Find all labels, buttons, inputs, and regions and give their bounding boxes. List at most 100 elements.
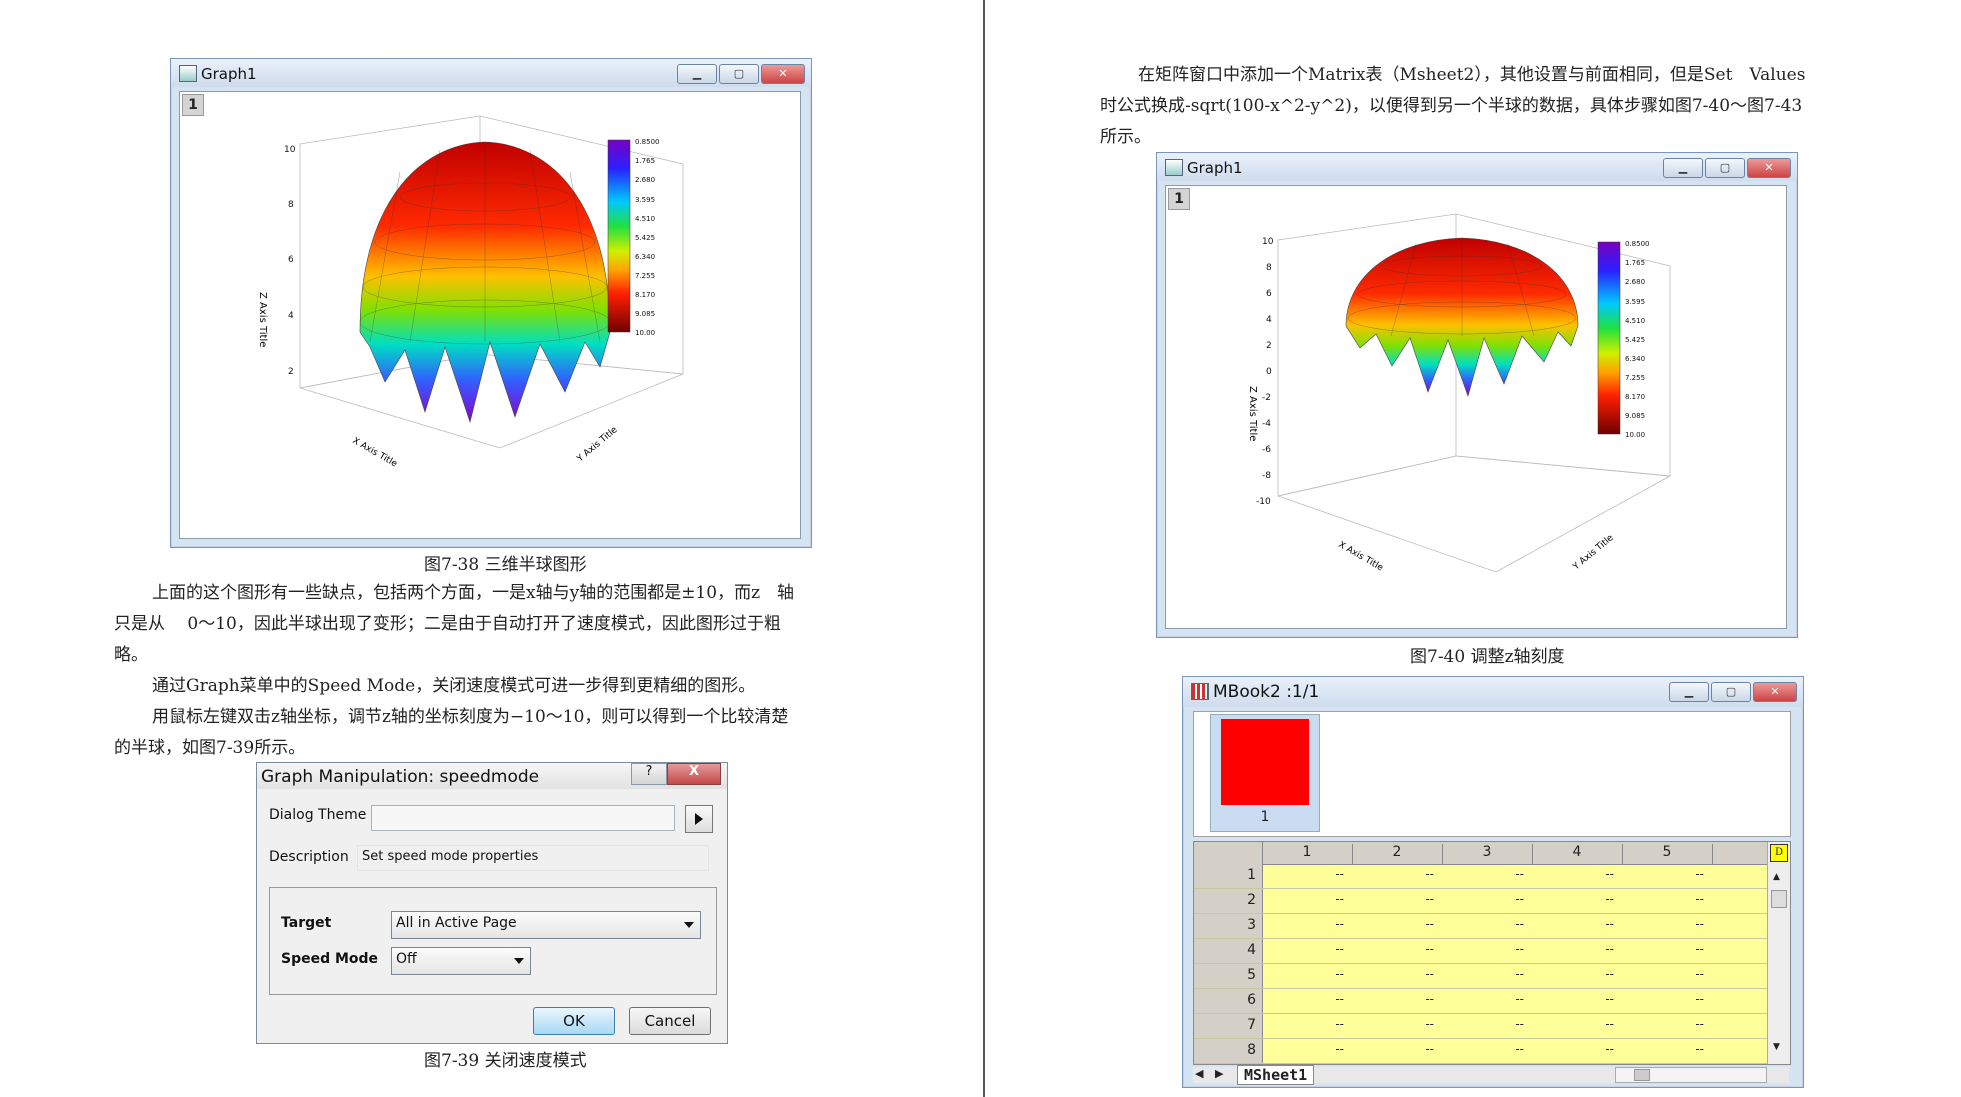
z-tick: 0 xyxy=(1266,367,1272,377)
ok-button[interactable]: OK xyxy=(533,1007,615,1035)
graph-page[interactable]: 1 xyxy=(179,91,801,539)
tab-prev-icon[interactable]: ◀ xyxy=(1195,1067,1203,1080)
sheet-tab-msheet1[interactable]: MSheet1 xyxy=(1237,1065,1315,1085)
matrix-cell[interactable]: -- xyxy=(1352,942,1434,956)
row-header[interactable]: 6 xyxy=(1194,992,1256,1008)
matrix-cell[interactable]: -- xyxy=(1352,992,1434,1006)
column-header[interactable]: 5 xyxy=(1622,844,1713,864)
matrix-cell[interactable]: -- xyxy=(1442,942,1524,956)
target-label: Target xyxy=(281,915,332,931)
cancel-button[interactable]: Cancel xyxy=(629,1007,711,1035)
matrix-cell[interactable]: -- xyxy=(1352,867,1434,881)
maximize-button[interactable]: ▢ xyxy=(1705,158,1745,178)
matrix-cell[interactable]: -- xyxy=(1532,892,1614,906)
matrix-cell[interactable]: -- xyxy=(1532,1042,1614,1056)
close-button[interactable]: ✕ xyxy=(1747,158,1791,178)
mbook-window[interactable]: MBook2 :1/1 ▁ ▢ ✕ 1 12345 1 -- -- -- -- -- 2 --… xyxy=(1182,676,1804,1088)
hemisphere-plot: 10 8 6 4 2 Z Axis Title X Axis Title Y A… xyxy=(257,115,684,470)
matrix-cell[interactable]: -- xyxy=(1262,942,1344,956)
tab-next-icon[interactable]: ▶ xyxy=(1215,1067,1223,1080)
column-header[interactable]: 4 xyxy=(1532,844,1623,864)
matrix-cell[interactable]: -- xyxy=(1622,867,1704,881)
matrix-cell[interactable]: -- xyxy=(1262,967,1344,981)
close-button[interactable]: ✕ xyxy=(1753,682,1797,702)
title-bar[interactable]: Graph1 ▁ ▢ ✕ xyxy=(171,59,811,87)
column-header[interactable]: 1 xyxy=(1262,844,1353,864)
row-header[interactable]: 4 xyxy=(1194,942,1256,958)
matrix-cell[interactable]: -- xyxy=(1352,917,1434,931)
z-axis-title: Z Axis Title xyxy=(257,292,268,347)
matrix-cell[interactable]: -- xyxy=(1532,992,1614,1006)
scroll-thumb[interactable] xyxy=(1634,1069,1650,1081)
matrix-cell[interactable]: -- xyxy=(1352,1017,1434,1031)
description-value: Set speed mode properties xyxy=(362,849,539,864)
matrix-cell[interactable]: -- xyxy=(1442,1017,1524,1031)
matrix-cell[interactable]: -- xyxy=(1262,892,1344,906)
matrix-cell[interactable]: -- xyxy=(1262,917,1344,931)
column-header[interactable]: 3 xyxy=(1442,844,1533,864)
title-bar[interactable]: Graph1 ▁ ▢ ✕ xyxy=(1157,153,1797,181)
theme-field[interactable] xyxy=(371,805,675,831)
scroll-up-icon[interactable]: ▲ xyxy=(1773,872,1780,882)
column-header[interactable]: 2 xyxy=(1352,844,1443,864)
matrix-cell[interactable]: -- xyxy=(1532,917,1614,931)
matrix-cell[interactable]: -- xyxy=(1352,967,1434,981)
row-header[interactable]: 1 xyxy=(1194,867,1256,883)
matrix-cell[interactable]: -- xyxy=(1262,1017,1344,1031)
row-header[interactable]: 3 xyxy=(1194,917,1256,933)
graph1-window-left[interactable]: Graph1 ▁ ▢ ✕ 1 10 8 6 4 2 Z Axis Title X… xyxy=(170,58,812,548)
matrix-cell[interactable]: -- xyxy=(1262,992,1344,1006)
matrix-cell[interactable]: -- xyxy=(1622,1017,1704,1031)
minimize-button[interactable]: ▁ xyxy=(677,64,717,84)
minimize-button[interactable]: ▁ xyxy=(1663,158,1703,178)
text-line: 的半球，如图7-39所示。 xyxy=(114,738,306,758)
matrix-cell[interactable]: -- xyxy=(1442,992,1524,1006)
row-divider xyxy=(1194,938,1790,939)
matrix-cell[interactable]: -- xyxy=(1622,942,1704,956)
matrix-cell[interactable]: -- xyxy=(1532,867,1614,881)
matrix-cell[interactable]: -- xyxy=(1262,867,1344,881)
corner-icon[interactable]: D xyxy=(1770,844,1788,862)
row-header[interactable]: 8 xyxy=(1194,1042,1256,1058)
scroll-down-icon[interactable]: ▼ xyxy=(1773,1042,1780,1052)
matrix-cell[interactable]: -- xyxy=(1442,867,1524,881)
graph-page[interactable]: 1 xyxy=(1165,185,1787,629)
maximize-button[interactable]: ▢ xyxy=(1711,682,1751,702)
matrix-cell[interactable]: -- xyxy=(1442,967,1524,981)
matrix-cell[interactable]: -- xyxy=(1532,1017,1614,1031)
help-button[interactable]: ? xyxy=(631,763,667,785)
matrix-cell[interactable]: -- xyxy=(1442,1042,1524,1056)
matrix-cell[interactable]: -- xyxy=(1532,967,1614,981)
matrix-cell[interactable]: -- xyxy=(1442,892,1524,906)
matrix-cell[interactable]: -- xyxy=(1622,917,1704,931)
matrix-cell[interactable]: -- xyxy=(1262,1042,1344,1056)
row-header[interactable]: 5 xyxy=(1194,967,1256,983)
scroll-thumb[interactable] xyxy=(1771,890,1787,908)
theme-menu-button[interactable] xyxy=(685,805,713,833)
maximize-button[interactable]: ▢ xyxy=(719,64,759,84)
close-button[interactable]: X xyxy=(667,763,721,785)
horizontal-scrollbar[interactable] xyxy=(1615,1067,1767,1083)
settings-group xyxy=(269,887,717,995)
matrix-cell[interactable]: -- xyxy=(1622,892,1704,906)
vertical-scrollbar[interactable]: D ▲ ▼ xyxy=(1767,842,1790,1064)
close-button[interactable]: ✕ xyxy=(761,64,805,84)
row-header[interactable]: 7 xyxy=(1194,1017,1256,1033)
graph-manipulation-dialog[interactable]: Graph Manipulation: speedmode ? X Dialog… xyxy=(256,762,728,1044)
title-bar[interactable]: MBook2 :1/1 ▁ ▢ ✕ xyxy=(1183,677,1803,707)
target-dropdown[interactable]: All in Active Page xyxy=(391,911,701,939)
matrix-cell[interactable]: -- xyxy=(1442,917,1524,931)
dialog-title-bar[interactable]: Graph Manipulation: speedmode ? X xyxy=(257,763,727,789)
row-header[interactable]: 2 xyxy=(1194,892,1256,908)
graph1-window-right[interactable]: Graph1 ▁ ▢ ✕ 1 10 8 6 4 2 0 -2 -4 -6 -8 … xyxy=(1156,152,1798,638)
matrix-thumbnail[interactable]: 1 xyxy=(1210,714,1320,832)
speed-mode-dropdown[interactable]: Off xyxy=(391,947,531,975)
matrix-cell[interactable]: -- xyxy=(1532,942,1614,956)
matrix-cell[interactable]: -- xyxy=(1352,1042,1434,1056)
matrix-cell[interactable]: -- xyxy=(1622,992,1704,1006)
matrix-cell[interactable]: -- xyxy=(1622,1042,1704,1056)
matrix-cell[interactable]: -- xyxy=(1622,967,1704,981)
matrix-grid[interactable]: 12345 1 -- -- -- -- -- 2 -- -- -- -- -- 3 -- -- -- -- -- 4… xyxy=(1193,841,1791,1065)
minimize-button[interactable]: ▁ xyxy=(1669,682,1709,702)
matrix-cell[interactable]: -- xyxy=(1352,892,1434,906)
